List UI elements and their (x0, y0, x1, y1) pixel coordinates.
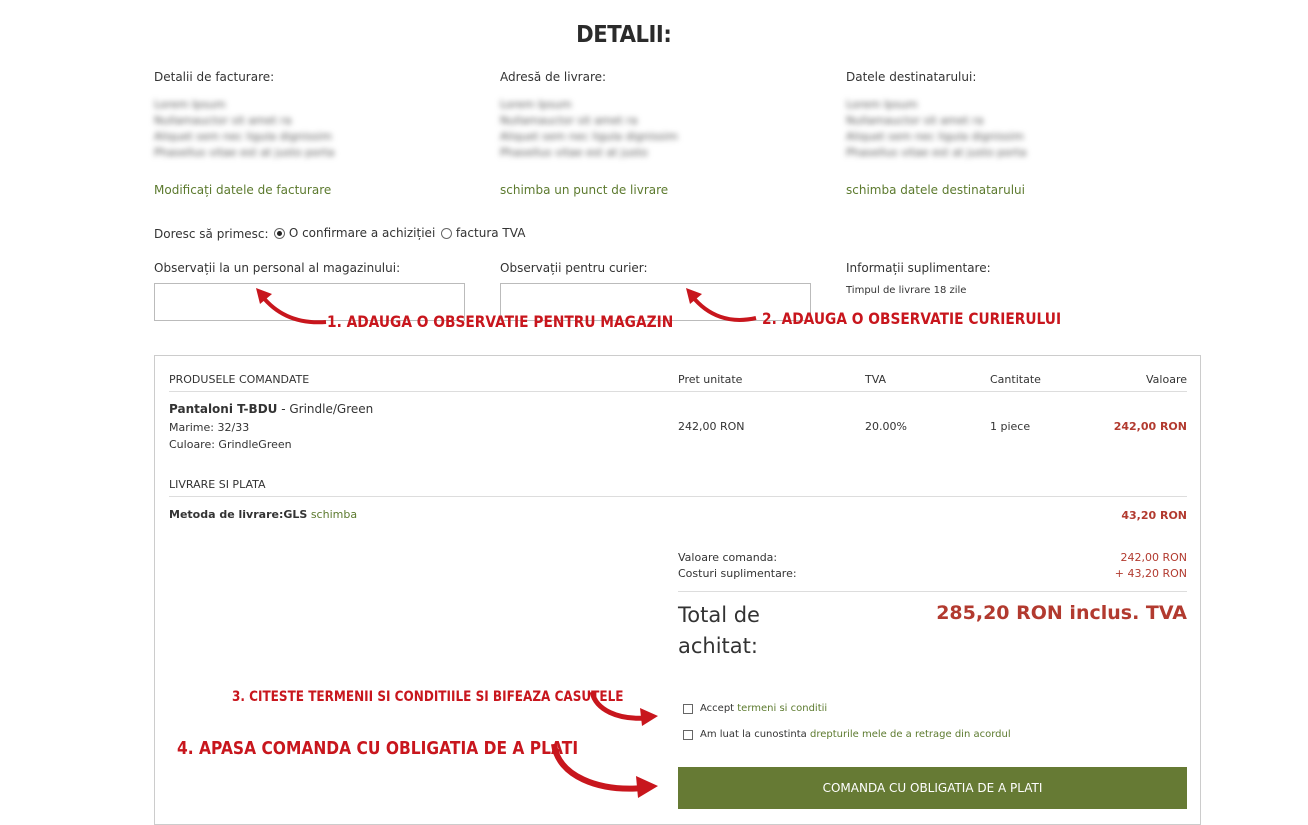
annotation-step-2: 2. ADAUGA O OBSERVATIE CURIERULUI (762, 309, 1062, 328)
shipping-line: Lorem Ipsum (500, 98, 572, 111)
product-value: 242,00 RON (1113, 420, 1187, 433)
withdrawal-rights-label: Am luat la cunostinta drepturile mele de… (700, 729, 1011, 740)
change-shipping-link[interactable]: schimba (311, 508, 357, 521)
recipient-heading: Datele destinatarului: (846, 70, 977, 84)
total-label-line: achitat: (678, 634, 758, 658)
withdrawal-rights-link[interactable]: drepturile mele de a retrage din acordul (810, 729, 1011, 740)
billing-line: Phasellus vitae est at justo porta (154, 146, 335, 159)
billing-address-blurred: Lorem Ipsum Nullamauctor sit amet ra Ali… (154, 97, 335, 161)
receive-option-invoice-label: factura TVA (455, 226, 526, 240)
product-title: Pantaloni T-BDU (169, 402, 278, 416)
product-color: Culoare: GrindleGreen (169, 438, 292, 451)
divider (678, 591, 1187, 592)
total-label-line: Total de (678, 603, 760, 627)
shipping-address-blurred: Lorem Ipsum Nullamauctor sit amet ra Ali… (500, 97, 678, 161)
product-price: 242,00 RON (678, 420, 745, 433)
summary-order-label: Valoare comanda: (678, 551, 778, 564)
product-name: Pantaloni T-BDU - Grindle/Green (169, 402, 373, 416)
billing-line: Lorem Ipsum (154, 98, 226, 111)
extra-info-label: Informații suplimentare: (846, 261, 991, 275)
store-notes-label: Observații la un personal al magazinului… (154, 261, 401, 275)
annotation-arrow-icon (686, 288, 757, 322)
col-products: PRODUSELE COMANDATE (169, 373, 310, 386)
shipping-line: Nullamauctor sit amet ra (500, 114, 638, 127)
shipping-line: Phasellus vitae est at justo (500, 146, 648, 159)
billing-heading: Detalii de facturare: (154, 70, 275, 84)
col-price: Pret unitate (678, 373, 743, 386)
col-qty: Cantitate (990, 373, 1041, 386)
annotation-step-3: 3. CITESTE TERMENII SI CONDITIILE SI BIF… (232, 689, 624, 705)
summary-order-value: 242,00 RON (1120, 551, 1187, 564)
shipping-cost: 43,20 RON (1121, 509, 1187, 522)
annotation-step-1: 1. ADAUGA O OBSERVATIE PENTRU MAGAZIN (327, 312, 674, 331)
annotation-arrow-icon (256, 288, 327, 325)
receive-option-invoice[interactable]: factura TVA (441, 226, 525, 240)
annotation-step-4: 4. APASA COMANDA CU OBLIGATIA DE A PLATI (177, 738, 579, 759)
shipping-method-row: Metoda de livrare:GLS schimba (169, 508, 357, 521)
shipping-method-label: Metoda de livrare: (169, 508, 284, 521)
annotation-arrow-icon (551, 743, 658, 798)
accept-terms-label: Accept termeni si conditii (700, 703, 827, 714)
shipping-line: Aliquet sem nec ligula dignissim (500, 130, 678, 143)
change-delivery-point-link[interactable]: schimba un punct de livrare (500, 183, 668, 197)
billing-line: Nullamauctor sit amet ra (154, 114, 292, 127)
total-label: Total de achitat: (678, 600, 760, 662)
terms-link[interactable]: termeni si conditii (737, 703, 827, 714)
accept-terms-checkbox[interactable] (683, 704, 693, 714)
billing-line: Aliquet sem nec ligula dignissim (154, 130, 332, 143)
product-vat: 20.00% (865, 420, 907, 433)
product-qty: 1 piece (990, 420, 1031, 433)
shipping-method-value: GLS (283, 508, 308, 521)
annotation-arrow-icon (589, 691, 658, 726)
total-value: 285,20 RON inclus. TVA (936, 602, 1187, 624)
recipient-line: Aliquet sem nec ligula dignissim (846, 130, 1024, 143)
receive-label: Doresc să primesc: (154, 227, 269, 241)
radio-confirmation[interactable] (274, 228, 285, 239)
summary-extra-value: + 43,20 RON (1114, 567, 1187, 580)
accept-terms-prefix: Accept (700, 703, 738, 714)
recipient-line: Nullamauctor sit amet ra (846, 114, 984, 127)
courier-notes-label: Observații pentru curier: (500, 261, 648, 275)
change-recipient-link[interactable]: schimba datele destinatarului (846, 183, 1025, 197)
modify-billing-link[interactable]: Modificați datele de facturare (154, 183, 331, 197)
delivery-time-text: Timpul de livrare 18 zile (846, 285, 967, 296)
product-variant: - Grindle/Green (277, 402, 374, 416)
col-vat: TVA (865, 373, 887, 386)
col-value: Valoare (1146, 373, 1187, 386)
receive-option-confirmation[interactable]: O confirmare a achiziției (274, 226, 435, 240)
shipping-heading: Adresă de livrare: (500, 70, 607, 84)
receive-option-confirmation-label: O confirmare a achiziției (288, 226, 436, 240)
product-size: Marime: 32/33 (169, 421, 250, 434)
page-title: DETALII: (576, 22, 672, 48)
shipping-payment-heading: LIVRARE SI PLATA (169, 478, 266, 491)
withdrawal-prefix: Am luat la cunostinta (700, 729, 810, 740)
recipient-line: Phasellus vitae est at justo porta (846, 146, 1027, 159)
recipient-line: Lorem Ipsum (846, 98, 918, 111)
divider (169, 391, 1187, 392)
recipient-address-blurred: Lorem Ipsum Nullamauctor sit amet ra Ali… (846, 97, 1027, 161)
withdrawal-rights-checkbox[interactable] (683, 730, 693, 740)
divider (169, 496, 1187, 497)
place-order-button[interactable]: COMANDA CU OBLIGATIA DE A PLATI (678, 767, 1187, 809)
radio-invoice[interactable] (441, 228, 452, 239)
summary-extra-label: Costuri suplimentare: (678, 567, 797, 580)
